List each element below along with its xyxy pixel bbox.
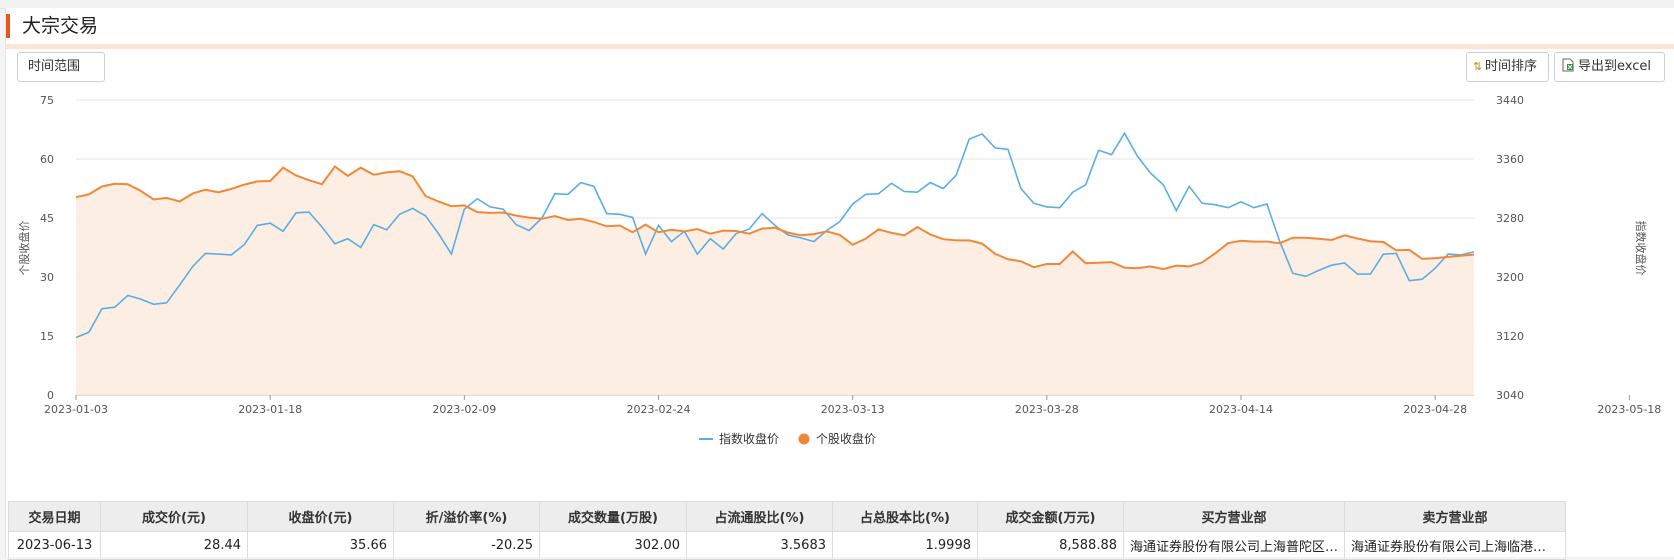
time-range-label: 时间范围: [28, 59, 81, 74]
time-sort-button[interactable]: ⇅ 时间排序: [1466, 52, 1549, 82]
left-tick-label: 75: [40, 94, 54, 107]
excel-file-icon: [1562, 58, 1574, 72]
column-header: 成交价(元): [100, 501, 248, 532]
column-header: 成交金额(万元): [977, 501, 1124, 532]
x-tick-label: 2023-04-14: [1209, 403, 1273, 416]
legend-index-label[interactable]: 指数收盘价: [719, 431, 779, 446]
table-header-row: 交易日期 成交价(元) 收盘价(元) 折/溢价率(%) 成交数量(万股) 占流通股比(%)…: [8, 501, 1567, 532]
column-header: 卖方营业部: [1344, 501, 1567, 532]
export-excel-button[interactable]: 导出到excel: [1554, 52, 1665, 82]
time-sort-label: 时间排序: [1485, 59, 1538, 74]
right-tick-label: 3040: [1496, 389, 1524, 402]
column-header: 占总股本比(%): [832, 501, 978, 532]
price-chart: 0 15 30 45 60 75 3040 3120 3200 3280 3360 3440 个股收盘价…: [17, 94, 1661, 446]
left-tick-label: 45: [40, 212, 54, 225]
table-body: 2023-06-13 28.44 35.66 -20.25 302.00 3.5683 1.…: [8, 531, 1567, 560]
x-tick-label: 2023-03-13: [821, 403, 885, 416]
title-bar: 大宗交易: [6, 8, 1674, 44]
column-header: 成交数量(万股): [539, 501, 687, 532]
right-axis-title: 指数收盘价: [1634, 221, 1648, 276]
table-cell: 35.66: [247, 531, 394, 560]
right-tick-label: 3200: [1496, 271, 1524, 284]
time-range-button[interactable]: 时间范围: [17, 52, 105, 82]
right-tick-label: 3440: [1496, 94, 1524, 107]
table-cell: 28.44: [100, 531, 248, 560]
x-tick-label: 2023-04-28: [1403, 403, 1467, 416]
block-trade-panel: 大宗交易 时间范围 ⇅ 时间排序 导出到excel 0 15 30 45 60 75 3040…: [5, 8, 1674, 560]
table-cell: 海通证券股份有限公司上海普陀区…: [1122, 531, 1346, 560]
x-tick-label: 2023-03-28: [1015, 403, 1079, 416]
column-header: 折/溢价率(%): [393, 501, 540, 532]
title-underline: [6, 44, 1674, 49]
table-row: 2023-06-13 28.44 35.66 -20.25 302.00 3.5683 1.…: [8, 531, 1567, 560]
table-cell: 8,588.88: [977, 531, 1124, 560]
legend-stock-swatch: [798, 433, 810, 445]
left-tick-label: 0: [47, 389, 54, 402]
right-tick-label: 3360: [1496, 153, 1524, 166]
right-tick-label: 3120: [1496, 330, 1524, 343]
x-tick-label: 2023-02-24: [627, 403, 691, 416]
table-cell: 3.5683: [686, 531, 833, 560]
x-tick-label: 2023-01-18: [238, 403, 302, 416]
export-excel-label: 导出到excel: [1578, 59, 1651, 74]
x-tick-label: 2023-05-18: [1597, 403, 1661, 416]
column-header: 交易日期: [8, 501, 101, 532]
title-accent-bar: [6, 14, 10, 38]
sort-arrows-icon: ⇅: [1473, 60, 1483, 73]
column-header: 收盘价(元): [247, 501, 394, 532]
block-trade-table: 交易日期 成交价(元) 收盘价(元) 折/溢价率(%) 成交数量(万股) 占流通股比(%)…: [8, 501, 1567, 560]
stock-area-fill: [76, 166, 1474, 395]
left-tick-label: 60: [40, 153, 54, 166]
x-tick-label: 2023-02-09: [432, 403, 496, 416]
table-cell: 海通证券股份有限公司上海临港…: [1344, 531, 1567, 560]
legend-stock-label[interactable]: 个股收盘价: [816, 431, 876, 446]
x-tick-label: 2023-01-03: [44, 403, 108, 416]
table-cell: -20.25: [393, 531, 540, 560]
right-tick-label: 3280: [1496, 212, 1524, 225]
table-cell: 2023-06-13: [8, 531, 101, 560]
page-title: 大宗交易: [22, 15, 99, 37]
left-axis-title: 个股收盘价: [17, 221, 31, 276]
column-header: 买方营业部: [1122, 501, 1346, 532]
column-header: 占流通股比(%): [686, 501, 833, 532]
table-cell: 1.9998: [832, 531, 978, 560]
left-tick-label: 15: [40, 330, 54, 343]
table-cell: 302.00: [539, 531, 687, 560]
left-tick-label: 30: [40, 271, 54, 284]
